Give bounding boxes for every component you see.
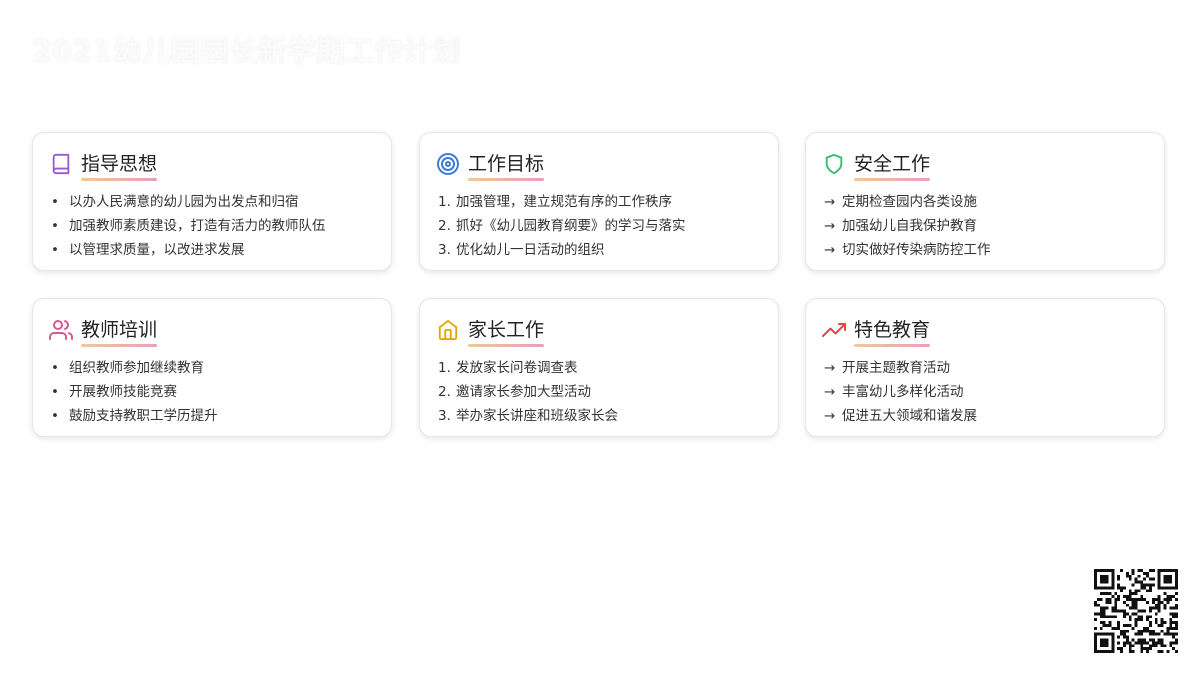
list-item-text: 以办人民满意的幼儿园为出发点和归宿 <box>69 194 299 210</box>
list-item-text: 加强管理，建立规范有序的工作秩序 <box>456 194 672 210</box>
list-marker: • <box>51 384 59 400</box>
card-list: → 开展主题教育活动 → 丰富幼儿多样化活动 → 促进五大领域和谐发展 <box>824 356 977 428</box>
list-marker: → <box>824 408 836 424</box>
card-header: 指导思想 <box>49 149 158 181</box>
list-item: → 丰富幼儿多样化活动 <box>824 380 977 404</box>
list-item: • 开展教师技能竞赛 <box>51 380 218 404</box>
list-item-text: 发放家长问卷调查表 <box>456 360 578 376</box>
card-teacher-training: 教师培训 • 组织教师参加继续教育 • 开展教师技能竞赛 • 鼓励支持教职工学历提升 <box>32 298 392 437</box>
list-item-text: 鼓励支持教职工学历提升 <box>69 408 218 424</box>
list-marker: → <box>824 218 836 234</box>
list-marker: → <box>824 242 836 258</box>
qr-code-icon <box>1094 569 1178 653</box>
list-item: → 促进五大领域和谐发展 <box>824 404 977 428</box>
target-icon <box>436 152 460 176</box>
card-header: 家长工作 <box>436 315 545 347</box>
list-marker: → <box>824 384 836 400</box>
list-marker: 1. <box>438 194 451 210</box>
list-item-text: 促进五大领域和谐发展 <box>842 408 977 424</box>
list-item: • 组织教师参加继续教育 <box>51 356 218 380</box>
list-item-text: 优化幼儿一日活动的组织 <box>456 242 605 258</box>
list-item-text: 以管理求质量，以改进求发展 <box>69 242 245 258</box>
list-item: • 以办人民满意的幼儿园为出发点和归宿 <box>51 190 326 214</box>
card-list: 1. 发放家长问卷调查表 2. 邀请家长参加大型活动 3. 举办家长讲座和班级家长会 <box>438 356 618 428</box>
title-underline <box>468 344 545 347</box>
card-featured-education: 特色教育 → 开展主题教育活动 → 丰富幼儿多样化活动 → 促进五大领域和谐发展 <box>805 298 1165 437</box>
card-header: 工作目标 <box>436 149 545 181</box>
list-item: • 鼓励支持教职工学历提升 <box>51 404 218 428</box>
list-marker: 2. <box>438 218 451 234</box>
list-item-text: 丰富幼儿多样化活动 <box>842 384 964 400</box>
list-item-text: 抓好《幼儿园教育纲要》的学习与落实 <box>456 218 686 234</box>
card-header: 教师培训 <box>49 315 158 347</box>
list-item-text: 开展教师技能竞赛 <box>69 384 177 400</box>
list-item: • 以管理求质量，以改进求发展 <box>51 238 326 262</box>
card-title: 特色教育 <box>854 319 931 341</box>
list-marker: 1. <box>438 360 451 376</box>
list-marker: • <box>51 218 59 234</box>
card-list: 1. 加强管理，建立规范有序的工作秩序 2. 抓好《幼儿园教育纲要》的学习与落实 3… <box>438 190 686 262</box>
title-underline <box>468 178 545 181</box>
card-header: 安全工作 <box>822 149 931 181</box>
card-title: 家长工作 <box>468 319 545 341</box>
trending-up-icon <box>822 318 846 342</box>
card-header: 特色教育 <box>822 315 931 347</box>
list-item: 2. 邀请家长参加大型活动 <box>438 380 618 404</box>
list-marker: → <box>824 360 836 376</box>
book-icon <box>49 152 73 176</box>
card-title: 安全工作 <box>854 153 931 175</box>
card-title: 工作目标 <box>468 153 545 175</box>
list-item: → 开展主题教育活动 <box>824 356 977 380</box>
title-underline <box>854 344 931 347</box>
list-item: 1. 发放家长问卷调查表 <box>438 356 618 380</box>
card-work-goals: 工作目标 1. 加强管理，建立规范有序的工作秩序 2. 抓好《幼儿园教育纲要》的学习… <box>419 132 779 271</box>
card-list: • 组织教师参加继续教育 • 开展教师技能竞赛 • 鼓励支持教职工学历提升 <box>51 356 218 428</box>
list-item: → 加强幼儿自我保护教育 <box>824 214 991 238</box>
card-list: • 以办人民满意的幼儿园为出发点和归宿 • 加强教师素质建设，打造有活力的教师队伍 … <box>51 190 326 262</box>
list-marker: • <box>51 408 59 424</box>
list-item: 3. 举办家长讲座和班级家长会 <box>438 404 618 428</box>
list-item-text: 加强教师素质建设，打造有活力的教师队伍 <box>69 218 326 234</box>
list-marker: • <box>51 194 59 210</box>
shield-icon <box>822 152 846 176</box>
list-item: → 切实做好传染病防控工作 <box>824 238 991 262</box>
list-item: → 定期检查园内各类设施 <box>824 190 991 214</box>
page: 2021幼儿园园长新学期工作计划 指导思想 • 以办人民满意的幼儿园为出发点和归宿… <box>0 0 1200 675</box>
list-marker: • <box>51 242 59 258</box>
card-safety-work: 安全工作 → 定期检查园内各类设施 → 加强幼儿自我保护教育 → 切实做好传染病防控工… <box>805 132 1165 271</box>
list-item: 1. 加强管理，建立规范有序的工作秩序 <box>438 190 686 214</box>
card-guiding-ideology: 指导思想 • 以办人民满意的幼儿园为出发点和归宿 • 加强教师素质建设，打造有活力的… <box>32 132 392 271</box>
list-item-text: 加强幼儿自我保护教育 <box>842 218 977 234</box>
home-icon <box>436 318 460 342</box>
list-item-text: 切实做好传染病防控工作 <box>842 242 991 258</box>
users-icon <box>49 318 73 342</box>
card-list: → 定期检查园内各类设施 → 加强幼儿自我保护教育 → 切实做好传染病防控工作 <box>824 190 991 262</box>
list-item: 2. 抓好《幼儿园教育纲要》的学习与落实 <box>438 214 686 238</box>
list-item-text: 组织教师参加继续教育 <box>69 360 204 376</box>
list-item: • 加强教师素质建设，打造有活力的教师队伍 <box>51 214 326 238</box>
list-marker: • <box>51 360 59 376</box>
list-item-text: 举办家长讲座和班级家长会 <box>456 408 618 424</box>
list-marker: 3. <box>438 242 451 258</box>
card-parent-work: 家长工作 1. 发放家长问卷调查表 2. 邀请家长参加大型活动 3. 举办家长讲座和班… <box>419 298 779 437</box>
list-item: 3. 优化幼儿一日活动的组织 <box>438 238 686 262</box>
page-title: 2021幼儿园园长新学期工作计划 <box>32 34 461 68</box>
list-marker: → <box>824 194 836 210</box>
card-title: 教师培训 <box>81 319 158 341</box>
card-title: 指导思想 <box>81 153 158 175</box>
list-item-text: 定期检查园内各类设施 <box>842 194 977 210</box>
list-marker: 2. <box>438 384 451 400</box>
title-underline <box>81 344 158 347</box>
list-item-text: 邀请家长参加大型活动 <box>456 384 591 400</box>
title-underline <box>81 178 158 181</box>
list-marker: 3. <box>438 408 451 424</box>
list-item-text: 开展主题教育活动 <box>842 360 950 376</box>
title-underline <box>854 178 931 181</box>
